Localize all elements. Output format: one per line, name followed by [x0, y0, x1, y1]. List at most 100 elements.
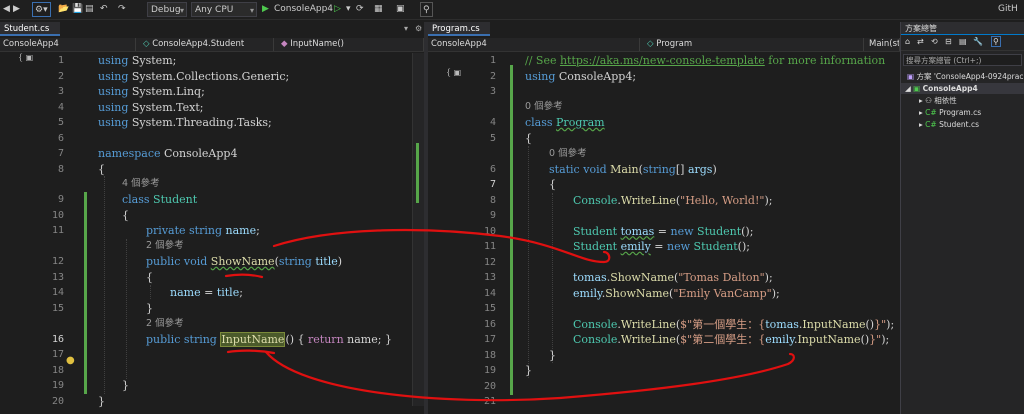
- run-without-debug-icon[interactable]: ▷: [334, 2, 341, 17]
- code-line: }: [122, 379, 129, 392]
- save-all-icon[interactable]: ▤: [85, 2, 94, 17]
- references-codelens[interactable]: 2 個參考: [146, 238, 184, 254]
- tree-item-label: Program.cs: [939, 108, 982, 117]
- nav-project[interactable]: ConsoleApp4: [0, 38, 136, 51]
- nav-project[interactable]: ConsoleApp4: [428, 38, 640, 51]
- nav-class[interactable]: ◇ Program: [644, 38, 864, 51]
- nav-member[interactable]: Main(strin: [866, 38, 900, 51]
- code-text: =: [650, 240, 668, 253]
- redo-icon[interactable]: ↷: [118, 2, 126, 17]
- left-code-area[interactable]: { ▣ ● 1 2 3 4 5 6 7 8 9 10 11 12 13 14 1…: [0, 53, 424, 414]
- line-number: 5: [489, 132, 496, 144]
- hot-reload-icon[interactable]: ⟳: [356, 2, 364, 17]
- open-folder-icon[interactable]: 📂: [58, 2, 69, 17]
- references-codelens[interactable]: 0 個參考: [549, 146, 587, 162]
- references-codelens[interactable]: 4 個參考: [122, 176, 160, 192]
- variable-name: emily: [620, 240, 651, 253]
- collapse-chevron-icon[interactable]: ▸: [919, 96, 923, 105]
- settings-gear-icon[interactable]: ⚙: [415, 24, 422, 33]
- tab-student-cs[interactable]: Student.cs: [0, 22, 60, 36]
- toolbar-icon-c[interactable]: ⚲: [420, 2, 433, 17]
- tree-item-project[interactable]: ◢ ▣ ConsoleApp4: [901, 83, 1024, 94]
- type-name: Console: [573, 193, 618, 207]
- line-number: 4: [57, 101, 64, 113]
- line-number: 16: [483, 318, 496, 330]
- show-all-files-icon[interactable]: ▤: [959, 37, 967, 46]
- tab-dropdown-icon[interactable]: ▾: [404, 24, 408, 33]
- keyword: using: [98, 116, 129, 129]
- line-number: 19: [51, 380, 64, 391]
- string-literal: "Tomas Dalton": [678, 271, 765, 284]
- collapse-all-icon[interactable]: ⊟: [945, 37, 952, 46]
- string-literal: $"第一個學生：{: [680, 317, 766, 331]
- references-codelens[interactable]: 2 個參考: [146, 316, 184, 332]
- code-text: (): [865, 317, 875, 331]
- code-line: using System.Collections.Generic;: [98, 69, 289, 85]
- solution-tree: ▣ 方案 'ConsoleApp4-0924prac ◢ ▣ ConsoleAp…: [901, 69, 1024, 269]
- collapse-chevron-icon[interactable]: ▸: [919, 120, 923, 129]
- variable-name: emily: [765, 333, 794, 346]
- keyword: string: [183, 332, 217, 346]
- tree-item-dependencies[interactable]: ▸ ⚇ 相依性: [919, 95, 957, 106]
- solution-icon[interactable]: ⚙▾: [32, 2, 51, 17]
- save-icon[interactable]: 💾: [72, 2, 83, 17]
- keyword: namespace: [98, 147, 161, 160]
- lightbulb-icon[interactable]: ●: [66, 355, 75, 366]
- keyword: public: [146, 255, 181, 268]
- nav-member-label: Main(strin: [869, 39, 900, 49]
- nav-class[interactable]: ◇ ConsoleApp4.Student: [140, 38, 274, 51]
- pending-changes-icon[interactable]: ⟲: [931, 37, 938, 46]
- back-icon[interactable]: ◀: [3, 2, 10, 17]
- right-code-area[interactable]: { ▣ 1 2 3 4 5 6 7 8 9 10 11 12 13 14 15 …: [428, 53, 900, 414]
- start-debug-icon[interactable]: ▶: [262, 2, 269, 17]
- code-line: using System.Threading.Tasks;: [98, 115, 272, 131]
- platform-select[interactable]: Any CPU: [191, 2, 257, 18]
- line-number: 18: [51, 364, 64, 376]
- properties-icon[interactable]: 🔧: [973, 37, 983, 46]
- tree-item-solution[interactable]: ▣ 方案 'ConsoleApp4-0924prac: [907, 71, 1023, 82]
- sync-icon[interactable]: ⇄: [917, 37, 924, 46]
- line-number: 17: [483, 334, 496, 345]
- run-dropdown-icon[interactable]: ▾: [346, 2, 351, 17]
- method-name: InputName: [220, 331, 286, 347]
- line-number: 20: [51, 395, 64, 407]
- code-text: =: [200, 286, 217, 299]
- code-text: ;: [239, 286, 243, 299]
- keyword: using: [98, 69, 129, 83]
- parameter-name: args: [687, 162, 713, 176]
- code-line: }: [549, 348, 556, 362]
- toolbar-icon-b[interactable]: ▣: [396, 2, 405, 17]
- collapse-chevron-icon[interactable]: ▸: [919, 108, 923, 117]
- code-line: tomas.ShowName("Tomas Dalton");: [573, 270, 773, 286]
- parameter-name: title: [216, 286, 240, 299]
- nav-class-label: ConsoleApp4.Student: [152, 39, 245, 49]
- tree-item-program-cs[interactable]: ▸ C# Program.cs: [919, 107, 981, 118]
- tree-item-student-cs[interactable]: ▸ C# Student.cs: [919, 119, 979, 130]
- tab-program-cs[interactable]: Program.cs: [428, 22, 490, 36]
- github-label[interactable]: GitH: [998, 2, 1018, 17]
- comment-link[interactable]: https://aka.ms/new-console-template: [560, 54, 765, 67]
- references-codelens[interactable]: 0 個參考: [525, 99, 563, 115]
- code-line: Console.WriteLine($"第一個學生：{tomas.InputNa…: [573, 317, 894, 333]
- type-name: Console: [573, 333, 618, 346]
- code-line: Student tomas = new Student();: [573, 224, 753, 240]
- forward-icon[interactable]: ▶: [13, 2, 20, 17]
- line-number: 19: [483, 365, 496, 376]
- run-target-label[interactable]: ConsoleApp4: [274, 2, 333, 17]
- home-icon[interactable]: ⌂: [905, 37, 910, 46]
- preview-icon[interactable]: ⚲: [991, 36, 1001, 47]
- expand-chevron-icon[interactable]: ◢: [905, 84, 911, 93]
- line-number: 17: [51, 349, 64, 360]
- configuration-select[interactable]: Debug: [147, 2, 187, 18]
- solution-search-input[interactable]: 搜尋方案總管 (Ctrl+;): [903, 54, 1022, 66]
- line-number: 11: [51, 225, 64, 236]
- type-name: Student: [573, 240, 618, 253]
- undo-icon[interactable]: ↶: [100, 2, 108, 17]
- toolbar-icon-a[interactable]: ▦: [374, 2, 383, 17]
- scroll-change-mark: [416, 143, 419, 203]
- nav-class-label: Program: [656, 39, 693, 49]
- string-literal: "Emily VanCamp": [673, 286, 772, 300]
- line-number: 6: [489, 163, 496, 175]
- left-scrollbar[interactable]: [412, 53, 424, 406]
- nav-member[interactable]: ◆ InputName(): [278, 38, 424, 51]
